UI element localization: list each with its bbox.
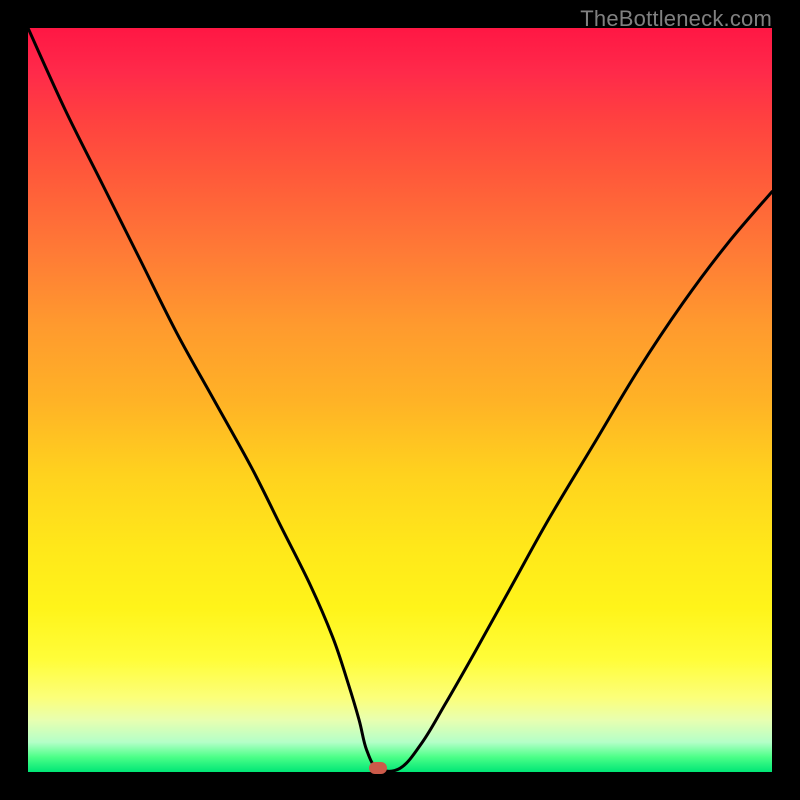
curve-svg <box>28 28 772 772</box>
bottleneck-curve <box>28 28 772 771</box>
plot-area <box>28 28 772 772</box>
chart-container: TheBottleneck.com <box>0 0 800 800</box>
min-marker <box>369 762 387 774</box>
